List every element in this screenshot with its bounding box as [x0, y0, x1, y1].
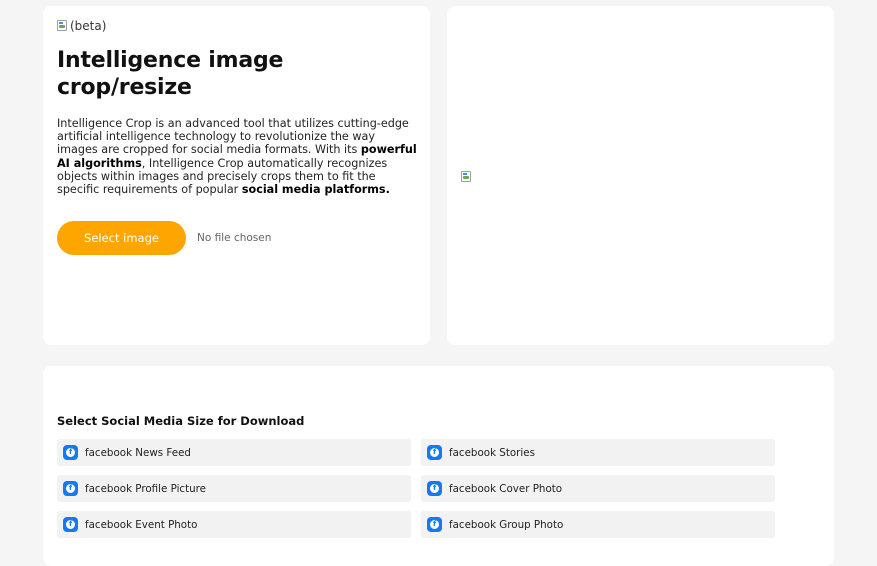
size-option-facebook-cover-photo[interactable]: f facebook Cover Photo — [421, 475, 775, 502]
facebook-icon: f — [63, 517, 78, 532]
tool-description: Intelligence Crop is an advanced tool th… — [57, 117, 419, 196]
select-image-button[interactable]: Select image — [57, 221, 186, 255]
broken-image-icon — [461, 171, 471, 182]
facebook-icon: f — [427, 517, 442, 532]
size-option-label: facebook News Feed — [85, 446, 191, 459]
size-option-facebook-news-feed[interactable]: f facebook News Feed — [57, 439, 411, 466]
facebook-icon: f — [63, 445, 78, 460]
size-option-label: facebook Event Photo — [85, 518, 198, 531]
upload-card: (beta) Intelligence image crop/resize In… — [43, 6, 430, 345]
size-option-facebook-stories[interactable]: f facebook Stories — [421, 439, 775, 466]
file-status: No file chosen — [197, 232, 272, 244]
broken-image-icon — [57, 20, 67, 31]
size-option-label: facebook Cover Photo — [449, 482, 563, 495]
facebook-icon: f — [427, 445, 442, 460]
preview-card — [447, 6, 834, 345]
beta-text: (beta) — [70, 19, 107, 33]
description-text: Intelligence Crop is an advanced tool th… — [57, 117, 409, 157]
size-option-label: facebook Group Photo — [449, 518, 564, 531]
beta-label: (beta) — [57, 19, 106, 33]
size-option-label: facebook Stories — [449, 446, 535, 459]
download-card: Select Social Media Size for Download f … — [43, 366, 834, 566]
size-option-facebook-profile-picture[interactable]: f facebook Profile Picture — [57, 475, 411, 502]
facebook-icon: f — [427, 481, 442, 496]
size-option-facebook-group-photo[interactable]: f facebook Group Photo — [421, 511, 775, 538]
download-heading: Select Social Media Size for Download — [57, 414, 305, 428]
facebook-icon: f — [63, 481, 78, 496]
size-option-label: facebook Profile Picture — [85, 482, 207, 495]
page-title: Intelligence image crop/resize — [57, 48, 284, 100]
size-option-facebook-event-photo[interactable]: f facebook Event Photo — [57, 511, 411, 538]
description-bold-platforms: social media platforms. — [241, 183, 390, 197]
